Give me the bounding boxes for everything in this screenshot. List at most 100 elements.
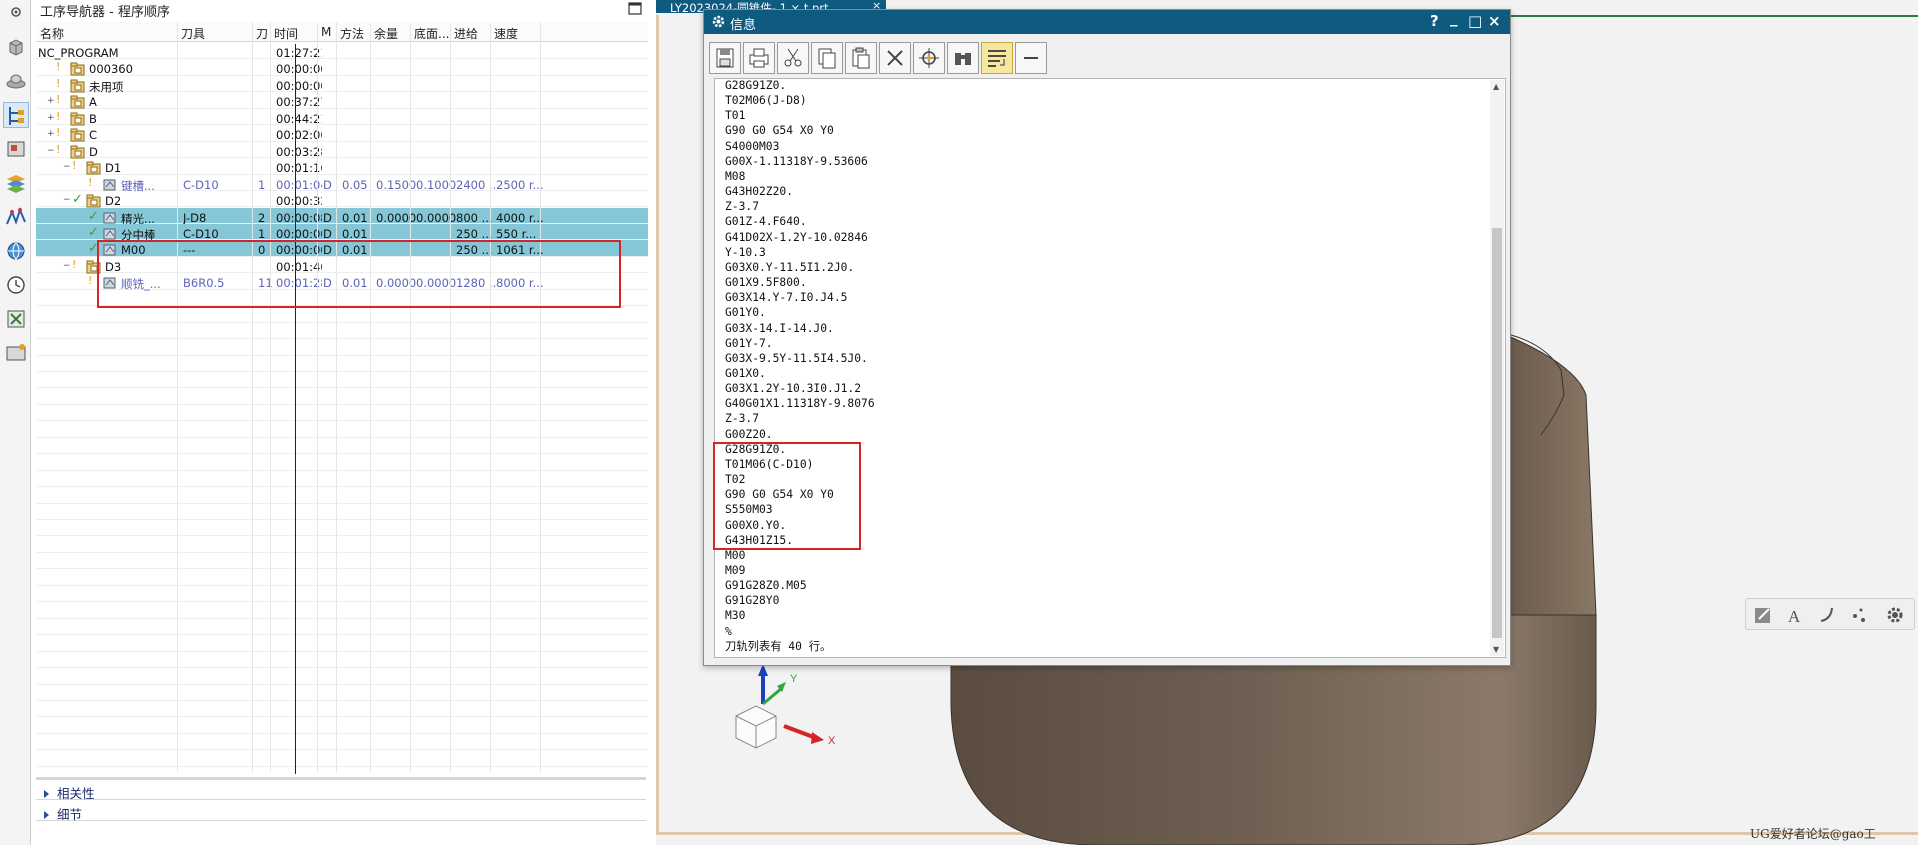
points-icon[interactable] [1847,603,1871,627]
empty-row [36,323,648,340]
find-icon[interactable] [913,42,945,74]
tree-expander-icon[interactable]: + [47,130,56,139]
code-line: G03X-14.I-14.J0. [725,321,834,335]
text-icon[interactable]: A [1783,603,1807,627]
tree-expander-icon[interactable]: − [47,146,56,156]
operation-row[interactable]: !键槽...C-D10100:01:04D0.050.15000.1000240… [36,175,648,193]
program-group-row[interactable]: −! D1 00:01:16 [36,158,648,176]
minus-icon[interactable] [1015,42,1047,74]
empty-row [36,339,648,356]
navigator-sections: 相关性 细节 [32,777,648,845]
code-line: G91G28Y0 [725,594,780,608]
code-line: G03X-9.5Y-11.5I4.5J0. [725,351,868,365]
info-text-area[interactable]: G28G91Z0. T02M06(J-D8) T01 G90 G0 G54 X0 Y0… [714,78,1506,658]
history-icon[interactable] [3,272,29,298]
copy-icon[interactable] [811,42,843,74]
tree-expander-icon[interactable]: − [63,163,72,172]
print-icon[interactable] [743,42,775,74]
col-time-cell: 01:27:21 [276,46,322,60]
program-group-row[interactable]: +! A 00:37:27 [36,92,648,110]
watermark-text: UG爱好者论坛@gao工 [1750,827,1876,841]
vertical-scrollbar[interactable]: ▲ ▼ [1490,80,1504,656]
section-dependencies[interactable]: 相关性 [44,783,95,802]
scroll-thumb[interactable] [1492,228,1502,638]
col-tool-number-cell: 1 [258,177,266,192]
wrap-icon[interactable] [981,42,1013,74]
delete-icon[interactable] [879,42,911,74]
operation-navigator-icon[interactable] [3,102,29,128]
col-speed-header[interactable]: 速度 [494,25,518,42]
col-time-cell: 00:01:16 [276,161,322,176]
status-warning-icon: ! [56,93,61,107]
empty-row [36,652,648,669]
empty-row [36,388,648,405]
operation-row[interactable]: ✓精光...J-D8200:00:08D0.010.00000.0000800 … [36,207,648,226]
program-group-row[interactable]: NC_PROGRAM 01:27:21 [36,43,648,60]
folder-icon [70,95,86,109]
col-method-header[interactable]: 方法 [340,25,364,42]
arc-icon[interactable] [1815,603,1839,627]
empty-row [36,537,648,553]
status-ok-icon: ✓ [72,192,83,208]
scroll-up-icon[interactable]: ▲ [1493,82,1499,91]
minimize-button[interactable]: _ [1450,9,1458,27]
triad-x-label: X [828,735,836,747]
col-floor-header[interactable]: 底面... [414,25,449,42]
empty-row [36,701,648,718]
code-line: S4000M03 [725,139,780,153]
maximize-button[interactable]: □ [1468,12,1482,30]
tree-expander-icon[interactable]: + [47,113,56,123]
dialog-title-bar[interactable]: 信息 ? _ □ × [704,9,1510,34]
navigator-title: 工序导航器 - 程序顺序 [40,5,170,20]
status-ok-icon: ✓ [88,208,99,224]
col-time-header[interactable]: 时间 [274,25,298,42]
col-feed-header[interactable]: 进给 [454,25,478,42]
col-name-header[interactable]: 名称 [40,25,64,42]
cut-icon[interactable] [777,42,809,74]
close-button[interactable]: × [1488,12,1501,30]
column-separator [410,22,411,772]
highlight-box-operations [97,240,621,308]
folder-icon [86,161,102,175]
layers-icon[interactable] [3,170,29,196]
paste-icon[interactable] [845,42,877,74]
col-m-header[interactable]: M [321,25,331,39]
tree-expander-icon[interactable]: − [63,196,72,205]
assembly-navigator-icon[interactable] [3,68,29,94]
col-time-cell: 00:02:06 [276,128,322,143]
col-tool-cell: J-D8 [183,210,207,225]
binoculars-icon[interactable] [947,42,979,74]
maximize-icon[interactable] [628,2,642,15]
edit-icon[interactable] [1751,603,1775,627]
col-tool-header[interactable]: 刀具 [181,25,205,42]
part-navigator-icon[interactable] [3,34,29,60]
col-time-cell: 00:37:27 [276,95,322,110]
machine-navigator-icon[interactable] [3,136,29,162]
program-group-row[interactable]: −✓ D2 00:00:32 [36,191,648,208]
program-group-row[interactable]: +! B 00:44:21 [36,109,648,126]
col-tool-number-header[interactable]: 刀 [256,25,268,42]
program-group-row[interactable]: −! D 00:03:28 [36,142,648,159]
help-button[interactable]: ? [1430,12,1439,30]
gear-icon[interactable] [3,2,29,28]
empty-row [36,553,648,570]
tree-expander-icon[interactable]: − [63,261,72,271]
status-warning-icon: ! [72,159,77,173]
process-studio-icon[interactable] [3,306,29,332]
operation-row[interactable]: ✓分中棒C-D10100:00:00D0.01250 ...550 r... [36,223,648,242]
program-group-row[interactable]: +! C 00:02:06 [36,125,648,143]
save-icon[interactable] [709,42,741,74]
web-browser-icon[interactable] [3,238,29,264]
section-details[interactable]: 细节 [44,804,82,823]
settings-icon[interactable] [1883,603,1907,627]
tree-expander-icon[interactable]: + [47,97,56,106]
roles-icon[interactable] [3,340,29,366]
program-group-row[interactable]: ! 000360 00:00:00 [36,59,648,77]
toolpath-icon[interactable] [3,204,29,230]
program-group-row[interactable]: !未用项00:00:00 [36,76,648,94]
triad-y-label: Y [790,673,798,685]
row-name: 000360 [89,62,133,77]
col-stock-header[interactable]: 余量 [374,25,398,42]
nx-cam-window: 工序导航器 - 程序顺序 名称 刀具 刀时间 M 方法 余量 底面... 进给 速度 NC_PR… [0,0,1918,845]
scroll-down-icon[interactable]: ▼ [1493,645,1499,654]
